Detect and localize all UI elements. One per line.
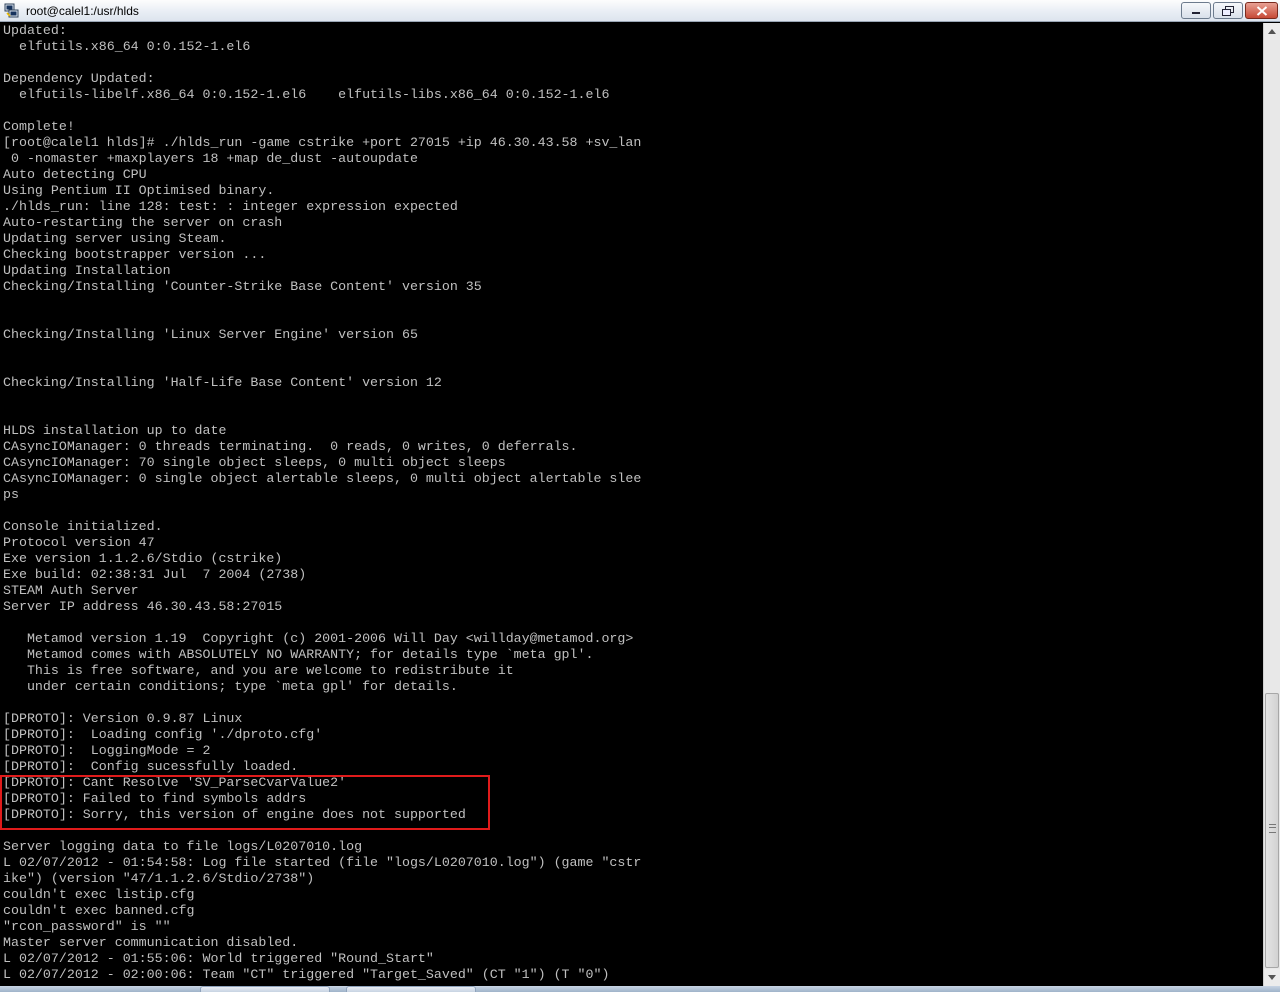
scroll-down-button[interactable]	[1264, 969, 1280, 986]
close-icon	[1256, 5, 1267, 16]
terminal-output[interactable]: Updated: elfutils.x86_64 0:0.152-1.el6 D…	[0, 23, 1263, 986]
terminal-text: Updated: elfutils.x86_64 0:0.152-1.el6 D…	[3, 23, 642, 982]
taskbar-item[interactable]	[200, 986, 330, 992]
scroll-up-arrow-icon	[1268, 29, 1276, 34]
maximize-icon	[1222, 5, 1234, 16]
scroll-down-arrow-icon	[1268, 975, 1276, 980]
title-bar[interactable]: root@calel1:/usr/hlds	[0, 0, 1280, 22]
scroll-thumb[interactable]	[1265, 693, 1279, 968]
taskbar	[0, 986, 1280, 992]
minimize-button[interactable]	[1181, 2, 1211, 19]
scroll-grip-icon	[1269, 824, 1276, 833]
close-button[interactable]	[1245, 2, 1278, 19]
maximize-button[interactable]	[1213, 2, 1243, 19]
scroll-up-button[interactable]	[1264, 23, 1280, 40]
putty-icon	[4, 3, 19, 18]
vertical-scrollbar[interactable]	[1263, 23, 1280, 986]
taskbar-item[interactable]	[346, 986, 476, 992]
window-title: root@calel1:/usr/hlds	[26, 4, 139, 18]
minimize-icon	[1192, 11, 1200, 14]
